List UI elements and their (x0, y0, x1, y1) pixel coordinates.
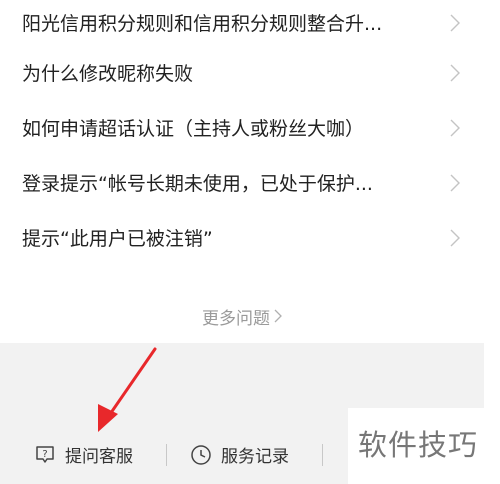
chevron-right-icon (450, 229, 460, 246)
more-questions-label: 更多问题 (202, 308, 270, 329)
faq-item[interactable]: 为什么修改昵称失败 (0, 45, 484, 100)
chevron-right-icon (450, 14, 460, 31)
faq-list: 阳光信用积分规则和信用积分规则整合升... 为什么修改昵称失败 如何申请超话认证… (0, 0, 484, 265)
divider (166, 444, 167, 466)
faq-item-label: 为什么修改昵称失败 (22, 63, 194, 85)
faq-item-label: 提示“此用户已被注销” (22, 228, 213, 250)
more-questions-link[interactable]: 更多问题 (0, 296, 484, 336)
faq-item[interactable]: 如何申请超话认证（主持人或粉丝大咖） (0, 100, 484, 155)
clock-icon (191, 444, 211, 465)
ask-service-button[interactable]: ? 提问客服 (34, 442, 133, 467)
chevron-right-icon (450, 174, 460, 191)
faq-item-label: 如何申请超话认证（主持人或粉丝大咖） (22, 118, 365, 140)
question-bubble-icon: ? (36, 445, 54, 463)
divider (322, 444, 323, 466)
service-record-label: 服务记录 (221, 447, 289, 467)
faq-item[interactable]: 阳光信用积分规则和信用积分规则整合升... (0, 0, 484, 45)
faq-item-label: 登录提示“帐号长期未使用，已处于保护... (22, 173, 373, 195)
watermark-text: 软件技巧 (358, 428, 479, 462)
service-record-button[interactable]: 服务记录 (190, 442, 289, 467)
faq-item-label: 阳光信用积分规则和信用积分规则整合升... (22, 13, 383, 35)
chevron-right-icon (450, 119, 460, 136)
chevron-right-icon (450, 64, 460, 81)
faq-item[interactable]: 登录提示“帐号长期未使用，已处于保护... (0, 155, 484, 210)
chevron-right-icon (274, 309, 282, 323)
ask-service-label: 提问客服 (65, 447, 133, 467)
svg-text:?: ? (42, 449, 47, 460)
faq-item[interactable]: 提示“此用户已被注销” (0, 210, 484, 265)
